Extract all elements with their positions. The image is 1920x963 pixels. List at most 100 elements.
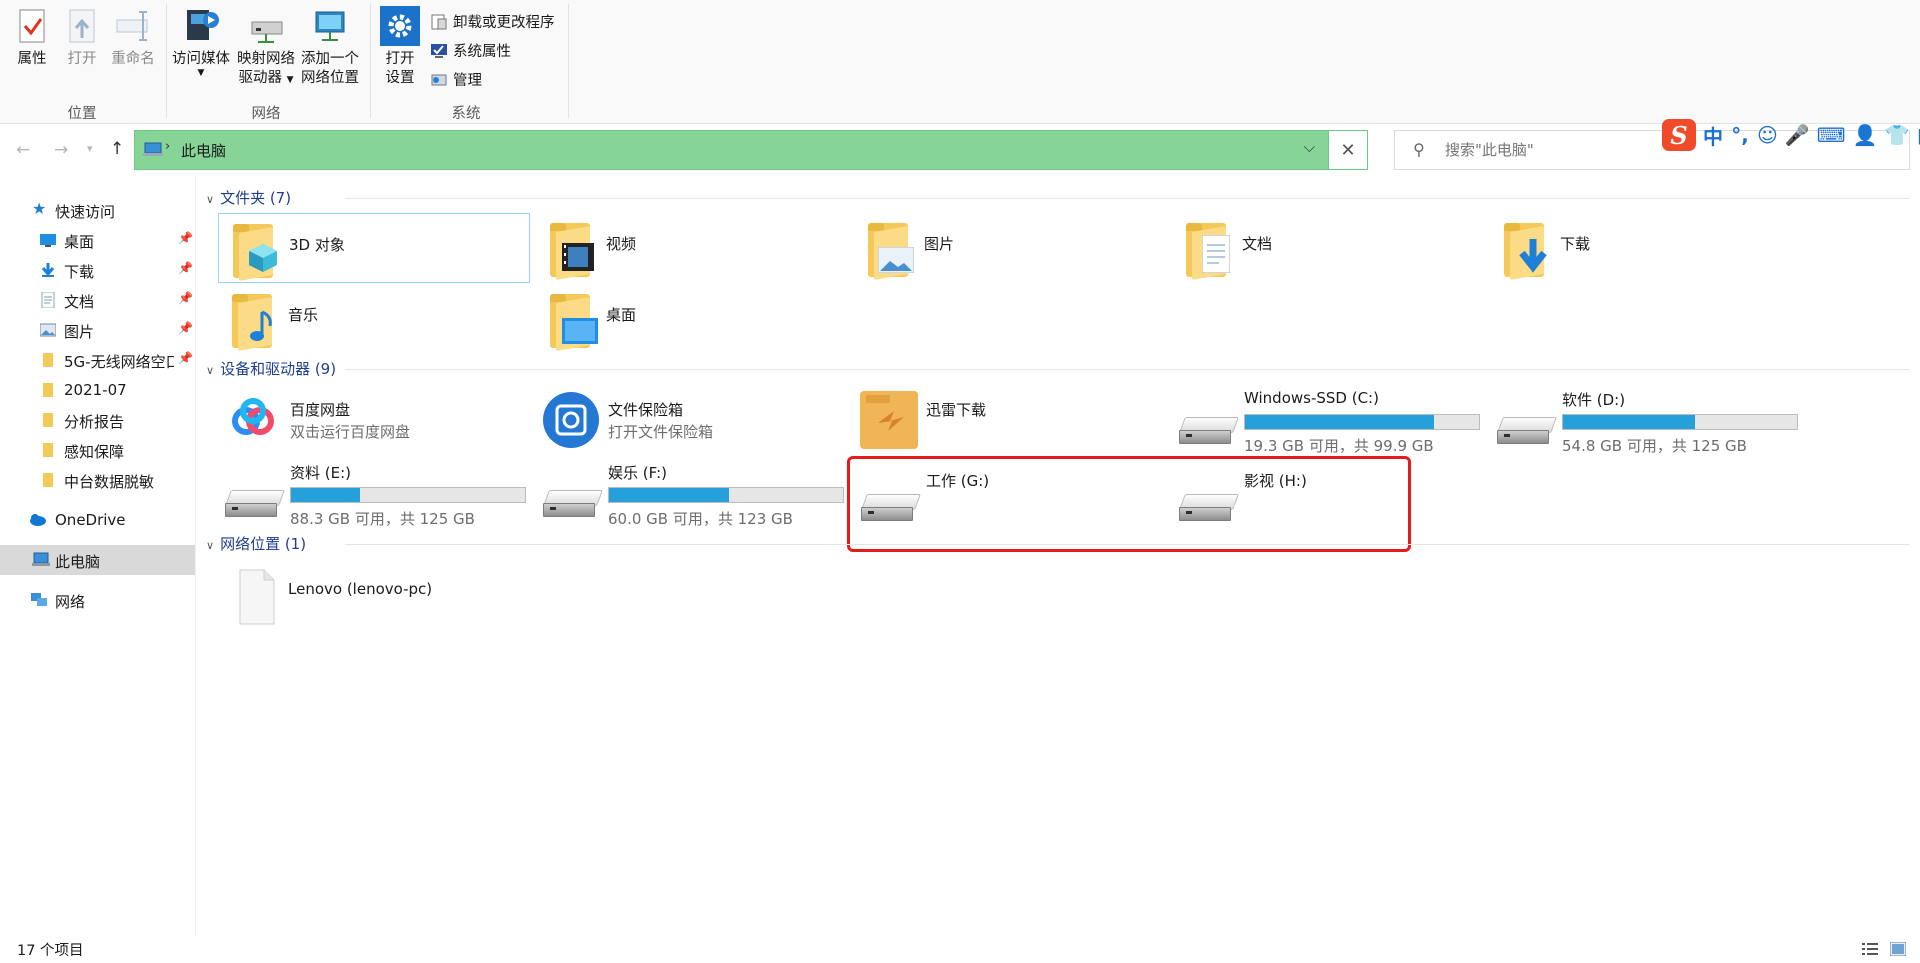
collapse-chevron-icon[interactable]: ∨	[206, 364, 214, 377]
system-properties-button[interactable]: 系统属性	[430, 40, 511, 61]
breadcrumb-chevron-icon[interactable]: ›	[165, 139, 170, 154]
large-icons-view-icon[interactable]	[1889, 941, 1907, 957]
group-header-network-locations[interactable]: ∨ 网络位置 (1)	[206, 533, 306, 554]
folder-3d-objects[interactable]: 3D 对象	[218, 213, 530, 283]
pictures-icon	[39, 322, 57, 338]
drive-usage-bar	[608, 487, 844, 503]
folder-desktop[interactable]: 桌面	[536, 284, 846, 352]
open-settings-button[interactable]: 打开 设置	[378, 0, 422, 88]
folder-videos[interactable]: 视频	[536, 213, 846, 281]
collapse-chevron-icon[interactable]: ∨	[206, 193, 214, 206]
folder-pictures[interactable]: 图片	[854, 213, 1164, 281]
folder-documents[interactable]: 文档	[1172, 213, 1482, 281]
star-icon: ★	[32, 199, 47, 218]
hard-drive-icon	[224, 476, 285, 526]
drive-f[interactable]: 娱乐 (F:) 60.0 GB 可用，共 123 GB	[536, 458, 854, 530]
ime-toolbox-icon[interactable]: ▦	[1916, 123, 1920, 147]
file-vault-icon	[542, 391, 600, 448]
system-properties-icon	[430, 42, 448, 60]
properties-button[interactable]: 属性	[10, 0, 54, 69]
pin-icon: 📌	[178, 321, 193, 335]
sidebar-item-this-pc[interactable]: 此电脑	[0, 545, 195, 575]
ime-user-icon[interactable]: 👤	[1853, 123, 1878, 147]
network-location-lenovo[interactable]: Lenovo (lenovo-pc)	[218, 560, 528, 628]
ime-chinese-mode[interactable]: 中	[1703, 121, 1723, 150]
ime-emoji-icon[interactable]: ☺	[1757, 123, 1778, 147]
folder-music[interactable]: 音乐	[218, 284, 528, 352]
app-baidu-netdisk[interactable]: 百度网盘 双击运行百度网盘	[218, 385, 536, 457]
back-arrow-icon[interactable]: ←	[16, 140, 30, 160]
hard-drive-icon	[542, 476, 603, 526]
group-separator	[568, 4, 569, 118]
address-dropdown-icon[interactable]: ⌵	[1304, 138, 1315, 156]
forward-arrow-icon[interactable]: →	[54, 140, 68, 160]
desktop-icon	[40, 232, 56, 248]
ime-skin-icon[interactable]: 👕	[1885, 123, 1910, 147]
ime-punctuation-icon[interactable]: °,	[1730, 123, 1750, 147]
item-count: 17 个项目	[17, 943, 84, 959]
open-button[interactable]: 打开	[60, 0, 104, 69]
add-network-location-button[interactable]: 添加一个 网络位置	[298, 0, 362, 88]
group-divider	[345, 544, 1910, 545]
group-label-system: 系统	[451, 106, 481, 122]
pin-icon: 📌	[178, 291, 193, 305]
drive-e[interactable]: 资料 (E:) 88.3 GB 可用，共 125 GB	[218, 458, 536, 530]
app-xunlei-download[interactable]: 迅雷下载	[854, 385, 1172, 457]
folder-icon	[40, 442, 56, 458]
folder-downloads[interactable]: 下载	[1490, 213, 1800, 281]
sidebar-item-quick-access[interactable]: ★ 快速访问	[0, 195, 195, 225]
search-icon: ⚲	[1413, 140, 1425, 159]
sidebar-item-folder[interactable]: 感知保障	[0, 435, 195, 465]
app-file-vault[interactable]: 文件保险箱 打开文件保险箱	[536, 385, 854, 457]
this-pc-icon	[32, 552, 50, 568]
collapse-chevron-icon[interactable]: ∨	[206, 539, 214, 552]
sidebar-item-network[interactable]: 网络	[0, 585, 195, 615]
group-separator	[166, 4, 167, 118]
sogou-logo-icon[interactable]: S	[1662, 119, 1696, 151]
drive-usage-bar	[290, 487, 526, 503]
recent-locations-chevron-icon[interactable]: ▾	[87, 142, 93, 155]
ime-keyboard-icon[interactable]: ⌨	[1817, 123, 1846, 147]
pin-icon: 📌	[178, 351, 193, 365]
hard-drive-icon	[1178, 403, 1239, 453]
ime-toolbar: S 中 °, ☺ 🎤 ⌨ 👤 👕 ▦	[1662, 119, 1920, 151]
sidebar-item-desktop[interactable]: 桌面 📌	[0, 225, 195, 255]
uninstall-icon	[430, 13, 448, 31]
sidebar-item-documents[interactable]: 文档 📌	[0, 285, 195, 315]
properties-icon	[12, 6, 52, 46]
documents-folder-icon	[1180, 217, 1240, 280]
rename-button[interactable]: 重命名	[106, 0, 160, 69]
dropdown-arrow-icon: ▼	[197, 68, 205, 78]
drive-c[interactable]: Windows-SSD (C:) 19.3 GB 可用，共 99.9 GB	[1172, 385, 1490, 457]
music-folder-icon	[226, 288, 286, 351]
sidebar-item-folder[interactable]: 2021-07	[0, 375, 195, 405]
map-network-drive-icon	[246, 6, 286, 46]
onedrive-cloud-icon	[28, 512, 46, 528]
sidebar-item-folder[interactable]: 分析报告	[0, 405, 195, 435]
group-label-network: 网络	[251, 106, 281, 122]
drive-d[interactable]: 软件 (D:) 54.8 GB 可用，共 125 GB	[1490, 385, 1808, 457]
clear-address-icon[interactable]: ✕	[1328, 131, 1367, 169]
access-media-button[interactable]: 访问媒体 ▼	[170, 0, 232, 78]
sidebar-item-onedrive[interactable]: OneDrive	[0, 505, 195, 535]
group-header-devices[interactable]: ∨ 设备和驱动器 (9)	[206, 358, 336, 379]
ime-voice-icon[interactable]: 🎤	[1785, 123, 1810, 147]
group-header-folders[interactable]: ∨ 文件夹 (7)	[206, 187, 291, 208]
up-arrow-icon[interactable]: ↑	[110, 139, 124, 159]
folder-icon	[40, 382, 56, 398]
uninstall-program-button[interactable]: 卸载或更改程序	[430, 11, 555, 32]
navigation-pane: ★ 快速访问 桌面 📌 下载 📌 文档 📌 图片 📌 5G-无线网络空口 📌 2…	[0, 177, 196, 937]
sidebar-item-downloads[interactable]: 下载 📌	[0, 255, 195, 285]
sidebar-item-folder[interactable]: 5G-无线网络空口 📌	[0, 345, 195, 375]
map-network-drive-button[interactable]: 映射网络 驱动器 ▼	[235, 0, 297, 90]
sidebar-item-pictures[interactable]: 图片 📌	[0, 315, 195, 345]
settings-gear-icon	[380, 6, 420, 46]
group-label-location: 位置	[67, 106, 97, 122]
details-view-icon[interactable]	[1862, 941, 1878, 955]
manage-button[interactable]: 管理	[430, 69, 482, 90]
drive-usage-bar	[1244, 414, 1480, 430]
address-bar[interactable]: › 此电脑 ⌵ ✕	[134, 130, 1368, 170]
sidebar-item-folder[interactable]: 中台数据脱敏	[0, 465, 195, 495]
videos-folder-icon	[544, 217, 604, 280]
access-media-icon	[181, 6, 221, 46]
